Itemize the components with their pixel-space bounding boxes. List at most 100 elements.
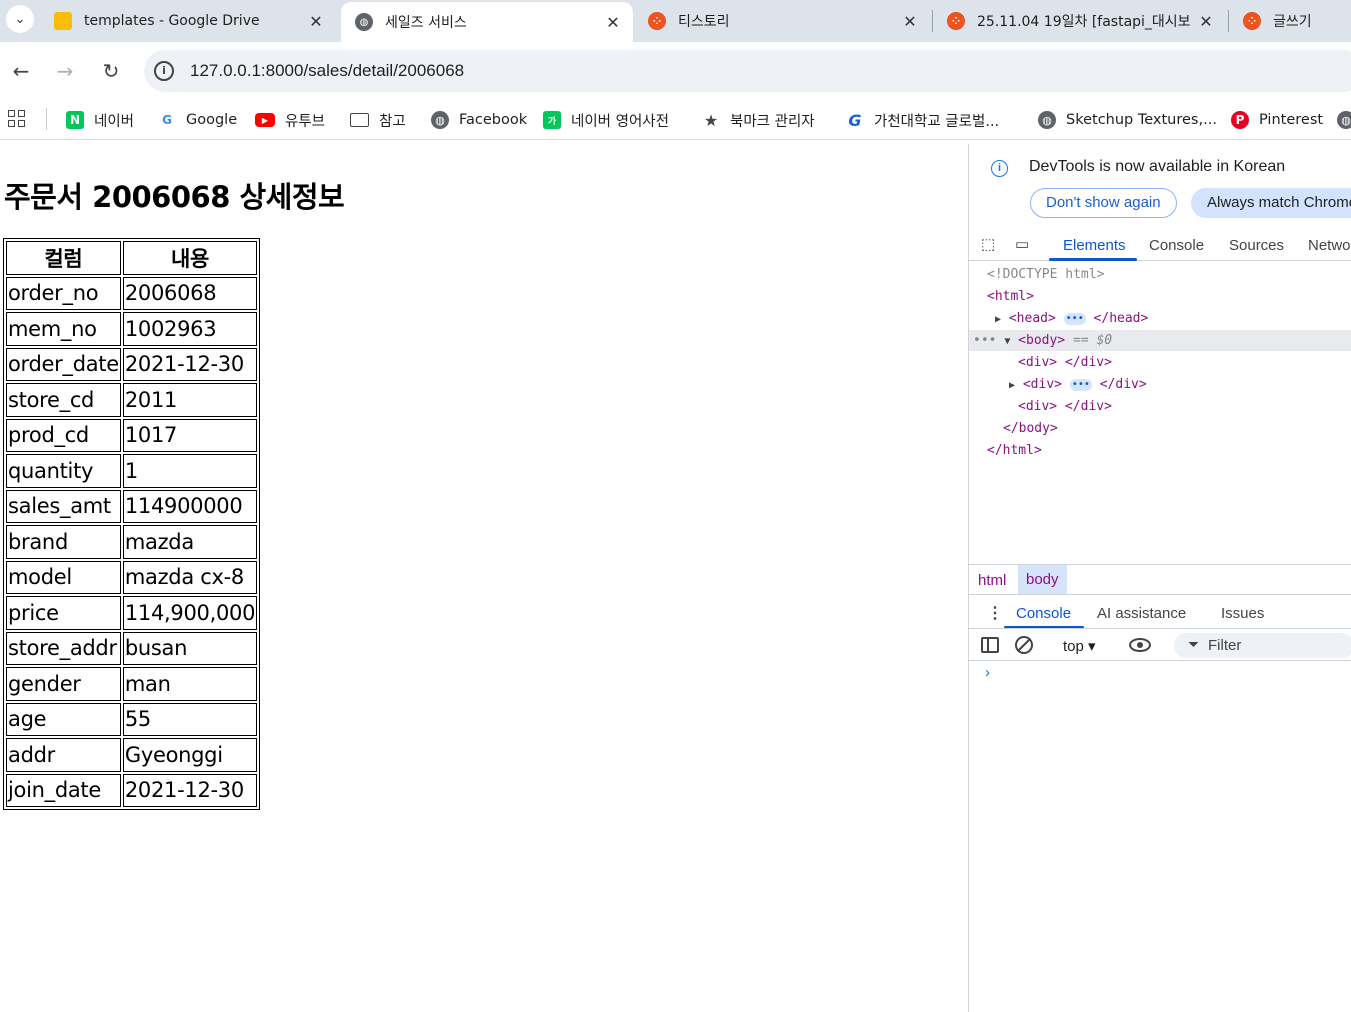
live-expression-eye-icon[interactable] bbox=[1129, 638, 1151, 652]
field-name: mem_no bbox=[6, 312, 121, 346]
bookmark-facebook[interactable]: ◍ Facebook bbox=[431, 108, 527, 132]
close-icon[interactable]: ✕ bbox=[900, 12, 920, 31]
close-icon[interactable]: ✕ bbox=[1196, 12, 1216, 31]
tab-elements[interactable]: Elements bbox=[1063, 237, 1126, 254]
bookmark-label: 가천대학교 글로벌... bbox=[874, 113, 1000, 130]
body-node[interactable]: ••• ▼ <body> == $0 bbox=[973, 330, 1112, 351]
field-value: 2021-12-30 bbox=[122, 347, 258, 381]
table-row: order_date 2021-12-30 bbox=[6, 347, 258, 381]
reload-icon: ↻ bbox=[102, 59, 120, 83]
more-vertical-icon[interactable]: ⋮ bbox=[987, 603, 1003, 623]
back-button[interactable]: ← bbox=[7, 57, 35, 85]
tab-tistory[interactable]: ⁘ 티스토리 ✕ bbox=[634, 0, 930, 42]
tab-label: 세일즈 서비스 bbox=[385, 15, 467, 31]
bookmark-naver-dictionary[interactable]: 가 네이버 영어사전 bbox=[543, 108, 669, 132]
div-tag: <div> bbox=[1018, 355, 1058, 370]
drawer-tab-issues[interactable]: Issues bbox=[1221, 605, 1264, 622]
apps-grid-icon[interactable] bbox=[8, 110, 26, 128]
collapse-triangle-icon[interactable]: ▼ bbox=[1004, 336, 1010, 347]
close-icon[interactable]: ✕ bbox=[603, 13, 623, 32]
table-row: store_cd 2011 bbox=[6, 383, 258, 417]
bookmark-pinterest[interactable]: P Pinterest bbox=[1231, 108, 1323, 132]
field-name: store_addr bbox=[6, 631, 121, 665]
close-icon[interactable]: ✕ bbox=[306, 12, 326, 31]
head-node[interactable]: ▶ <head> ••• </head> bbox=[995, 308, 1148, 329]
active-tab-indicator bbox=[1049, 258, 1137, 261]
youtube-icon: ▶ bbox=[255, 113, 275, 127]
clear-console-icon[interactable] bbox=[1015, 636, 1033, 654]
expand-triangle-icon[interactable]: ▶ bbox=[1009, 380, 1015, 391]
devtools-panel: i DevTools is now available in Korean Do… bbox=[968, 144, 1351, 1012]
globe-icon: ◍ bbox=[1337, 111, 1351, 129]
field-value: busan bbox=[122, 631, 258, 665]
table-row: store_addr busan bbox=[6, 631, 258, 665]
field-value: mazda bbox=[122, 525, 258, 559]
breadcrumb-body[interactable]: body bbox=[1018, 565, 1067, 595]
always-match-chrome-button[interactable]: Always match Chrome bbox=[1191, 188, 1351, 218]
tistory-icon: ⁘ bbox=[1243, 12, 1261, 30]
field-name: order_date bbox=[6, 347, 121, 381]
tab-label: 글쓰기 bbox=[1273, 14, 1312, 30]
filter-icon: ⏷ bbox=[1188, 636, 1200, 652]
tab-google-drive[interactable]: templates - Google Drive ✕ bbox=[40, 0, 336, 42]
bookmark-google[interactable]: G Google bbox=[158, 108, 237, 132]
field-value: 114900000 bbox=[122, 489, 258, 523]
field-value: 1017 bbox=[122, 418, 258, 452]
tab-console[interactable]: Console bbox=[1149, 237, 1204, 254]
div-node[interactable]: ▶ <div> ••• </div> bbox=[1009, 374, 1147, 395]
chevron-down-icon: ⌄ bbox=[14, 11, 26, 27]
bookmark-sketchup[interactable]: ◍ Sketchup Textures,... bbox=[1038, 108, 1217, 132]
globe-icon: ◍ bbox=[1038, 111, 1056, 129]
device-toolbar-icon[interactable]: ▭ bbox=[1015, 235, 1037, 255]
ellipsis-icon[interactable]: ••• bbox=[1069, 378, 1092, 391]
table-row: mem_no 1002963 bbox=[6, 312, 258, 346]
reload-button[interactable]: ↻ bbox=[97, 57, 125, 85]
context-selector[interactable]: top ▾ bbox=[1063, 637, 1096, 655]
filter-placeholder: Filter bbox=[1208, 637, 1242, 654]
expand-triangle-icon[interactable]: ▶ bbox=[995, 314, 1001, 325]
more-options-icon[interactable]: ••• bbox=[973, 333, 996, 348]
drawer-tab-ai-assistance[interactable]: AI assistance bbox=[1097, 605, 1186, 622]
google-drive-icon bbox=[54, 12, 72, 30]
drawer-tab-console[interactable]: Console bbox=[1016, 605, 1071, 622]
bookmark-folder[interactable]: 참고 bbox=[350, 108, 406, 132]
devtools-tabbar: ⬚ ▭ Elements Console Sources Network bbox=[969, 229, 1351, 261]
field-value: 2011 bbox=[122, 383, 258, 417]
bookmark-manager[interactable]: ★ 북마크 관리자 bbox=[702, 108, 815, 132]
body-close-node[interactable]: </body> bbox=[1003, 418, 1058, 439]
table-row: model mazda cx-8 bbox=[6, 560, 258, 594]
bookmark-label: Pinterest bbox=[1259, 112, 1324, 128]
bookmark-naver[interactable]: N 네이버 bbox=[66, 108, 134, 132]
dont-show-again-button[interactable]: Don't show again bbox=[1030, 188, 1177, 218]
url-text[interactable]: 127.0.0.1:8000/sales/detail/2006068 bbox=[190, 61, 464, 81]
html-node[interactable]: <html> bbox=[987, 286, 1034, 307]
ellipsis-icon[interactable]: ••• bbox=[1063, 312, 1086, 325]
bookmark-youtube[interactable]: ▶ 유투브 bbox=[255, 108, 325, 132]
bookmark-label: Sketchup Textures,... bbox=[1066, 112, 1217, 128]
tab-write[interactable]: ⁘ 글쓰기 bbox=[1229, 0, 1351, 42]
tab-tistory-post[interactable]: ⁘ 25.11.04 19일차 [fastapi_대시보 ✕ bbox=[933, 0, 1226, 42]
sidebar-toggle-icon[interactable] bbox=[981, 637, 999, 653]
doctype-node[interactable]: <!DOCTYPE html> bbox=[987, 264, 1104, 285]
console-prompt-chevron-icon[interactable]: › bbox=[985, 664, 990, 681]
tab-sales-service[interactable]: ◍ 세일즈 서비스 ✕ bbox=[341, 2, 633, 42]
div-node[interactable]: <div> </div> bbox=[1018, 396, 1112, 417]
inspect-element-icon[interactable]: ⬚ bbox=[981, 235, 1003, 255]
folder-icon bbox=[350, 113, 369, 127]
tab-search-button[interactable]: ⌄ bbox=[6, 5, 34, 33]
bookmark-gachon[interactable]: G 가천대학교 글로벌... bbox=[846, 108, 999, 132]
table-row: join_date 2021-12-30 bbox=[6, 773, 258, 807]
div-node[interactable]: <div> </div> bbox=[1018, 352, 1112, 373]
console-filter-input[interactable]: ⏷ Filter bbox=[1174, 633, 1351, 658]
html-close-node[interactable]: </html> bbox=[987, 440, 1042, 461]
breadcrumb-html[interactable]: html bbox=[978, 572, 1006, 589]
star-icon: ★ bbox=[703, 110, 719, 130]
info-icon[interactable]: i bbox=[154, 61, 174, 81]
bookmark-overflow[interactable]: ◍ bbox=[1337, 108, 1351, 132]
address-bar[interactable]: i 127.0.0.1:8000/sales/detail/2006068 bbox=[144, 50, 1351, 92]
tab-sources[interactable]: Sources bbox=[1229, 237, 1284, 254]
tab-network[interactable]: Network bbox=[1308, 237, 1351, 254]
div-tag: <div> bbox=[1022, 377, 1062, 392]
forward-button[interactable]: → bbox=[51, 57, 79, 85]
table-row: gender man bbox=[6, 667, 258, 701]
